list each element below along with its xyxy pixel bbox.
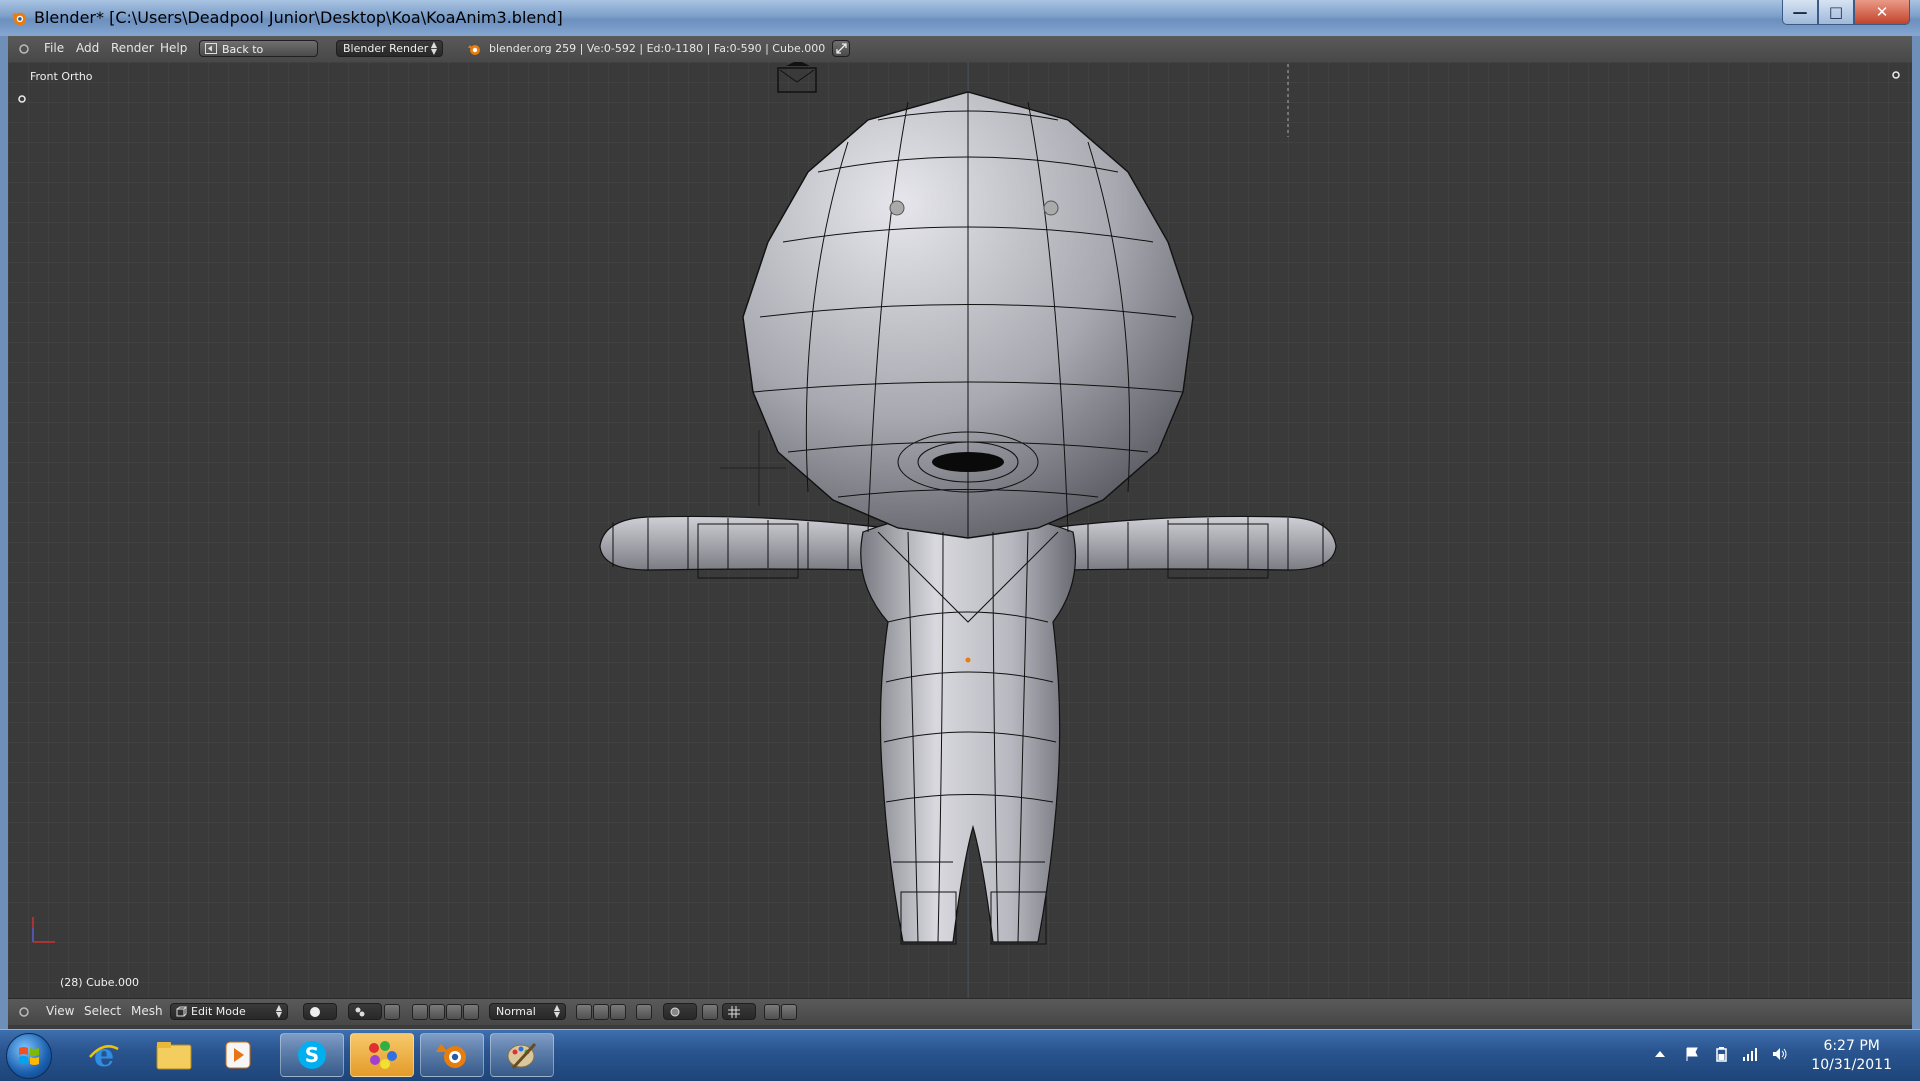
taskbar-paint-app[interactable] xyxy=(350,1033,414,1077)
snap-grid-icon xyxy=(728,1006,740,1018)
pivot-point-select[interactable] xyxy=(348,1003,382,1020)
system-clock[interactable]: 6:27 PM 10/31/2011 xyxy=(1811,1037,1892,1075)
taskbar-file-explorer[interactable] xyxy=(142,1033,206,1077)
opengl-render-animation-button[interactable] xyxy=(781,1004,797,1020)
proportional-editing-select[interactable] xyxy=(663,1003,697,1020)
skype-icon: S xyxy=(298,1041,326,1069)
menu-add[interactable]: Add xyxy=(76,41,99,55)
svg-text:S: S xyxy=(305,1043,319,1067)
transform-manipulator-toggle[interactable] xyxy=(384,1004,400,1020)
object-info-label: (28) Cube.000 xyxy=(60,976,139,989)
scene-stats: blender.org 259 | Ve:0-592 | Ed:0-1180 |… xyxy=(489,42,826,55)
axis-gizmo xyxy=(32,917,55,943)
limit-selection-visible-button[interactable] xyxy=(636,1004,652,1020)
object-origin xyxy=(965,657,971,663)
windows-taskbar: e S 6:27 PM 10/31/2011 xyxy=(0,1029,1920,1081)
render-engine-value: Blender Render xyxy=(343,42,429,55)
render-engine-select[interactable]: Blender Render ▲ ▼ xyxy=(336,40,443,57)
taskbar-skype[interactable]: S xyxy=(280,1033,344,1077)
editor-type-icon[interactable] xyxy=(18,43,30,55)
windows-logo-icon xyxy=(19,1047,39,1065)
blender-taskbar-icon xyxy=(436,1044,466,1068)
start-button[interactable] xyxy=(6,1033,52,1079)
opengl-render-image-button[interactable] xyxy=(764,1004,780,1020)
pivot-icon xyxy=(355,1007,365,1017)
internet-explorer-icon: e xyxy=(89,1037,119,1073)
blender-window: File Add Render Help Back to Previous Bl… xyxy=(8,36,1912,1029)
mode-select[interactable]: Edit Mode ▲ ▼ xyxy=(170,1003,288,1020)
menu-file[interactable]: File xyxy=(44,41,64,55)
back-to-previous-button[interactable]: Back to Previous xyxy=(199,40,318,73)
menu-render[interactable]: Render xyxy=(111,41,154,55)
select-arrows-icon: ▲ ▼ xyxy=(275,1003,282,1019)
proportional-icon xyxy=(670,1007,680,1017)
solid-shading-icon xyxy=(310,1007,320,1017)
menu-help[interactable]: Help xyxy=(160,41,187,55)
taskbar-blender[interactable] xyxy=(420,1033,484,1077)
window-titlebar: Blender* [C:\Users\Deadpool Junior\Deskt… xyxy=(0,0,1920,36)
maximize-button[interactable]: □ xyxy=(1818,0,1854,25)
window-title: Blender* [C:\Users\Deadpool Junior\Deskt… xyxy=(34,8,563,27)
viewport-shading-select[interactable] xyxy=(303,1003,337,1020)
select-arrows-icon: ▲ ▼ xyxy=(430,40,437,56)
scale-manipulator-button[interactable] xyxy=(446,1004,462,1020)
menu-view[interactable]: View xyxy=(46,1004,74,1018)
vertex-select-mode-button[interactable] xyxy=(576,1004,592,1020)
network-signal-icon[interactable] xyxy=(1742,1046,1758,1062)
color-palette-icon xyxy=(369,1041,397,1069)
face-select-mode-button[interactable] xyxy=(610,1004,626,1020)
back-icon xyxy=(205,43,217,54)
media-player-icon xyxy=(225,1041,251,1069)
transform-orientation-select[interactable]: Normal ▲ ▼ xyxy=(489,1003,566,1020)
menu-select[interactable]: Select xyxy=(84,1004,121,1018)
close-button[interactable]: ✕ xyxy=(1854,0,1910,25)
taskbar-media-player[interactable] xyxy=(206,1033,270,1077)
fullscreen-icon xyxy=(836,43,847,54)
camera-object[interactable] xyxy=(777,62,817,93)
3d-view-header: View Select Mesh Edit Mode ▲ ▼ Normal ▲ ▼ xyxy=(8,998,1912,1025)
info-header: File Add Render Help Back to Previous Bl… xyxy=(8,36,1912,73)
minimize-button[interactable]: — xyxy=(1782,0,1818,25)
rotate-manipulator-button[interactable] xyxy=(429,1004,445,1020)
volume-icon[interactable] xyxy=(1772,1046,1788,1062)
character-mesh[interactable] xyxy=(8,62,1912,998)
clock-time: 6:27 PM xyxy=(1823,1038,1880,1054)
select-arrows-icon: ▲ ▼ xyxy=(553,1003,560,1019)
mode-value: Edit Mode xyxy=(191,1005,246,1018)
snap-toggle-button[interactable] xyxy=(702,1004,718,1020)
window-controls: — □ ✕ xyxy=(1782,0,1910,26)
folder-icon xyxy=(156,1042,192,1070)
snap-element-select[interactable] xyxy=(722,1003,756,1020)
action-center-flag-icon[interactable] xyxy=(1684,1046,1700,1062)
fullscreen-toggle-button[interactable] xyxy=(832,40,850,57)
taskbar-paint-brush-app[interactable] xyxy=(490,1033,554,1077)
3d-viewport[interactable]: Front Ortho (28) Cube.000 xyxy=(8,62,1912,998)
battery-icon[interactable] xyxy=(1713,1046,1729,1062)
manipulator-extra-button[interactable] xyxy=(463,1004,479,1020)
translate-manipulator-button[interactable] xyxy=(412,1004,428,1020)
orientation-value: Normal xyxy=(496,1005,536,1018)
blender-small-icon xyxy=(468,45,480,55)
clock-date: 10/31/2011 xyxy=(1811,1057,1892,1073)
blender-logo-icon xyxy=(11,12,27,26)
svg-text:e: e xyxy=(94,1037,114,1073)
show-hidden-icons-icon[interactable] xyxy=(1652,1046,1668,1062)
paint-brush-icon xyxy=(507,1042,537,1070)
edge-select-mode-button[interactable] xyxy=(593,1004,609,1020)
edit-mode-icon xyxy=(176,1006,187,1017)
menu-mesh[interactable]: Mesh xyxy=(131,1004,163,1018)
taskbar-internet-explorer[interactable]: e xyxy=(72,1033,136,1077)
editor-type-3d-icon[interactable] xyxy=(18,1006,30,1018)
